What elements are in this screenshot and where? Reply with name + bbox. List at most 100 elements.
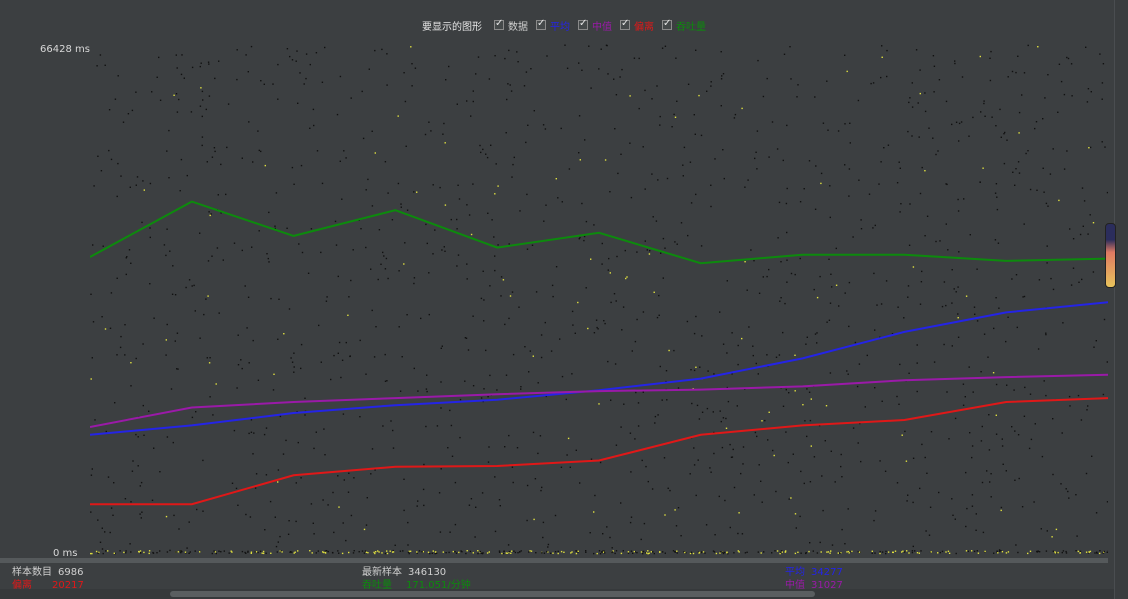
- data-point: [424, 133, 427, 136]
- data-point: [809, 481, 812, 483]
- data-point: [1102, 63, 1105, 65]
- data-point: [253, 432, 255, 434]
- data-point: [990, 473, 992, 475]
- data-point: [178, 98, 180, 101]
- data-point: [976, 550, 978, 552]
- data-point: [804, 420, 806, 422]
- data-point: [695, 494, 697, 497]
- data-point: [483, 299, 485, 301]
- checkbox-checked-icon[interactable]: [494, 18, 504, 30]
- data-point: [377, 278, 379, 281]
- data-point: [794, 354, 796, 356]
- data-point: [534, 478, 537, 480]
- data-point: [248, 121, 250, 123]
- data-point: [405, 145, 407, 147]
- data-point: [788, 498, 790, 500]
- data-point: [822, 509, 824, 512]
- data-point: [778, 354, 781, 356]
- data-point: [1022, 296, 1024, 298]
- data-point: [327, 504, 329, 506]
- data-point: [348, 296, 350, 298]
- data-point: [989, 57, 991, 59]
- data-point: [1011, 426, 1013, 428]
- checkbox-checked-icon[interactable]: [620, 18, 630, 30]
- data-point: [695, 366, 697, 368]
- data-point: [916, 390, 918, 393]
- legend-item-throughput[interactable]: 吞吐量: [662, 18, 706, 33]
- data-point: [957, 286, 959, 288]
- data-point: [721, 75, 723, 77]
- data-point: [754, 157, 756, 160]
- data-point: [848, 195, 850, 197]
- data-point: [264, 529, 266, 531]
- data-point: [1002, 463, 1004, 465]
- data-point: [775, 356, 778, 358]
- data-point: [209, 357, 211, 359]
- data-point: [277, 338, 279, 340]
- data-point: [565, 398, 567, 401]
- data-point: [689, 473, 691, 475]
- data-point: [763, 551, 765, 553]
- data-point: [996, 196, 998, 198]
- stats-samples: 样本数目 6986: [12, 566, 83, 579]
- data-point: [974, 313, 976, 315]
- data-point: [706, 407, 709, 410]
- data-point: [513, 156, 515, 159]
- data-point: [700, 134, 703, 137]
- data-point: [783, 53, 786, 55]
- data-point: [428, 313, 430, 316]
- data-point: [603, 320, 605, 322]
- data-point: [909, 203, 911, 205]
- vertical-scroll-handle[interactable]: [1105, 223, 1116, 288]
- data-point: [543, 552, 546, 554]
- data-point: [168, 129, 170, 132]
- data-point: [291, 59, 294, 61]
- data-point: [470, 233, 473, 236]
- data-point: [726, 551, 728, 553]
- data-point: [177, 551, 180, 553]
- data-point: [431, 552, 433, 554]
- data-point: [422, 488, 425, 491]
- data-point: [508, 243, 510, 245]
- data-point: [812, 550, 814, 552]
- data-point: [180, 550, 182, 552]
- data-point: [120, 175, 122, 177]
- data-point: [816, 296, 819, 299]
- legend-item-average[interactable]: 平均: [536, 18, 570, 33]
- legend-item-median[interactable]: 中值: [578, 18, 612, 33]
- data-point: [100, 170, 103, 172]
- data-point: [436, 425, 439, 427]
- data-point: [557, 552, 559, 555]
- data-point: [1075, 494, 1077, 496]
- data-point: [293, 352, 295, 354]
- checkbox-checked-icon[interactable]: [536, 18, 546, 30]
- data-point: [246, 327, 248, 329]
- data-point: [291, 551, 293, 553]
- data-point: [194, 310, 196, 312]
- data-point: [540, 356, 543, 359]
- data-point: [1101, 98, 1103, 100]
- data-point: [851, 550, 853, 553]
- data-point: [741, 533, 744, 535]
- data-point: [532, 355, 534, 357]
- data-point: [629, 142, 631, 144]
- data-point: [297, 550, 299, 552]
- data-point: [241, 367, 243, 370]
- data-point: [153, 447, 155, 449]
- data-point: [466, 278, 468, 280]
- checkbox-checked-icon[interactable]: [578, 18, 588, 30]
- data-point: [202, 459, 204, 462]
- data-point: [468, 214, 471, 216]
- horizontal-scrollbar-thumb[interactable]: [170, 591, 815, 597]
- legend-item-data[interactable]: 数据: [494, 18, 528, 33]
- checkbox-checked-icon[interactable]: [662, 18, 672, 30]
- data-point: [445, 79, 447, 81]
- data-point: [868, 193, 871, 195]
- data-point: [108, 149, 110, 152]
- data-point: [163, 244, 166, 246]
- data-point: [165, 354, 167, 356]
- data-point: [533, 518, 535, 521]
- data-point: [758, 464, 760, 466]
- legend-item-deviation[interactable]: 偏离: [620, 18, 654, 33]
- data-point: [674, 509, 676, 511]
